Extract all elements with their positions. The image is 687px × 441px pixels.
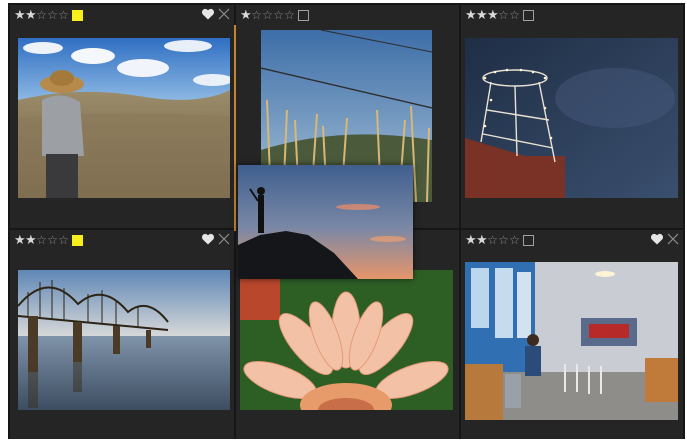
star-icon[interactable]: ★ — [476, 9, 488, 22]
photo-flower[interactable] — [240, 270, 453, 410]
star-icon[interactable]: ☆ — [509, 8, 520, 22]
cell-header: ★ ★ ★ ☆ ☆ — [461, 5, 683, 25]
photo-tower[interactable] — [465, 38, 678, 198]
drag-insertion-marker — [234, 25, 236, 231]
star-icon[interactable]: ★ — [465, 234, 477, 247]
star-icon[interactable]: ★ — [25, 9, 37, 22]
star-icon[interactable]: ★ — [465, 9, 477, 22]
reject-x-icon[interactable] — [667, 233, 679, 245]
dragged-photo-silhouette[interactable] — [238, 165, 413, 279]
color-label-icon[interactable] — [72, 9, 83, 21]
star-icon[interactable]: ☆ — [284, 8, 295, 22]
flag-controls — [201, 232, 230, 246]
star-icon[interactable]: ★ — [14, 234, 26, 247]
star-icon[interactable]: ★ — [25, 234, 37, 247]
star-rating[interactable]: ★ ★ ★ ☆ ☆ — [465, 8, 520, 22]
color-label-icon[interactable] — [72, 234, 83, 246]
photo-hiker[interactable] — [18, 38, 230, 198]
star-icon[interactable]: ☆ — [498, 8, 509, 22]
star-icon[interactable]: ☆ — [487, 233, 498, 247]
star-icon[interactable]: ☆ — [36, 8, 47, 22]
heart-icon[interactable] — [201, 232, 215, 246]
star-rating[interactable]: ★★☆☆☆ — [14, 233, 69, 247]
star-icon[interactable]: ☆ — [273, 8, 284, 22]
photo-bridge[interactable] — [18, 270, 230, 410]
thumbnail-cell-bridge[interactable]: ★ ★ ☆ ☆ ☆ — [10, 230, 234, 439]
reject-x-icon[interactable] — [218, 8, 230, 20]
star-icon[interactable]: ★ — [14, 9, 26, 22]
cell-header: ★★☆☆☆ — [10, 230, 234, 250]
star-icon[interactable]: ☆ — [58, 8, 69, 22]
star-icon[interactable]: ☆ — [36, 233, 47, 247]
star-icon[interactable]: ☆ — [509, 233, 520, 247]
cell-header: ★ ☆ ☆ ☆ ☆ — [236, 5, 459, 25]
star-rating[interactable]: ★ ☆ ☆ ☆ ☆ — [240, 8, 295, 22]
star-rating[interactable]: ★★☆☆☆ — [14, 8, 69, 22]
thumbnail-cell-cafe[interactable]: ★ ★ ☆ ☆ ☆ — [461, 230, 683, 439]
star-icon[interactable]: ☆ — [251, 8, 262, 22]
star-icon[interactable]: ★ — [240, 9, 252, 22]
photo-cafe[interactable] — [465, 262, 678, 420]
thumbnail-cell-hiker[interactable]: ★ ★ ☆ ☆ ☆ — [10, 5, 234, 228]
cell-header: ★★☆☆☆ — [461, 230, 683, 250]
cell-header: ★★☆☆☆ — [10, 5, 234, 25]
color-label-icon[interactable] — [523, 234, 534, 246]
star-icon[interactable]: ☆ — [47, 233, 58, 247]
flag-controls — [650, 232, 679, 246]
star-icon[interactable]: ★ — [476, 234, 488, 247]
color-label-icon[interactable] — [523, 9, 534, 21]
star-icon[interactable]: ☆ — [262, 8, 273, 22]
heart-icon[interactable] — [201, 7, 215, 21]
star-rating[interactable]: ★★☆☆☆ — [465, 233, 520, 247]
flag-controls — [201, 7, 230, 21]
star-icon[interactable]: ☆ — [47, 8, 58, 22]
thumbnail-cell-tower[interactable]: ★ ★ ★ ☆ ☆ — [461, 5, 683, 228]
reject-x-icon[interactable] — [218, 233, 230, 245]
star-icon[interactable]: ☆ — [58, 233, 69, 247]
star-icon[interactable]: ★ — [487, 9, 499, 22]
photo-grid: ★ ★ ☆ ☆ ☆ ★ ☆ ☆ ☆ ☆ ★ ★ ★ ☆ ☆ ★ ★ ☆ ☆ ☆ … — [8, 3, 685, 439]
heart-icon[interactable] — [650, 232, 664, 246]
star-icon[interactable]: ☆ — [498, 233, 509, 247]
color-label-icon[interactable] — [298, 9, 309, 21]
